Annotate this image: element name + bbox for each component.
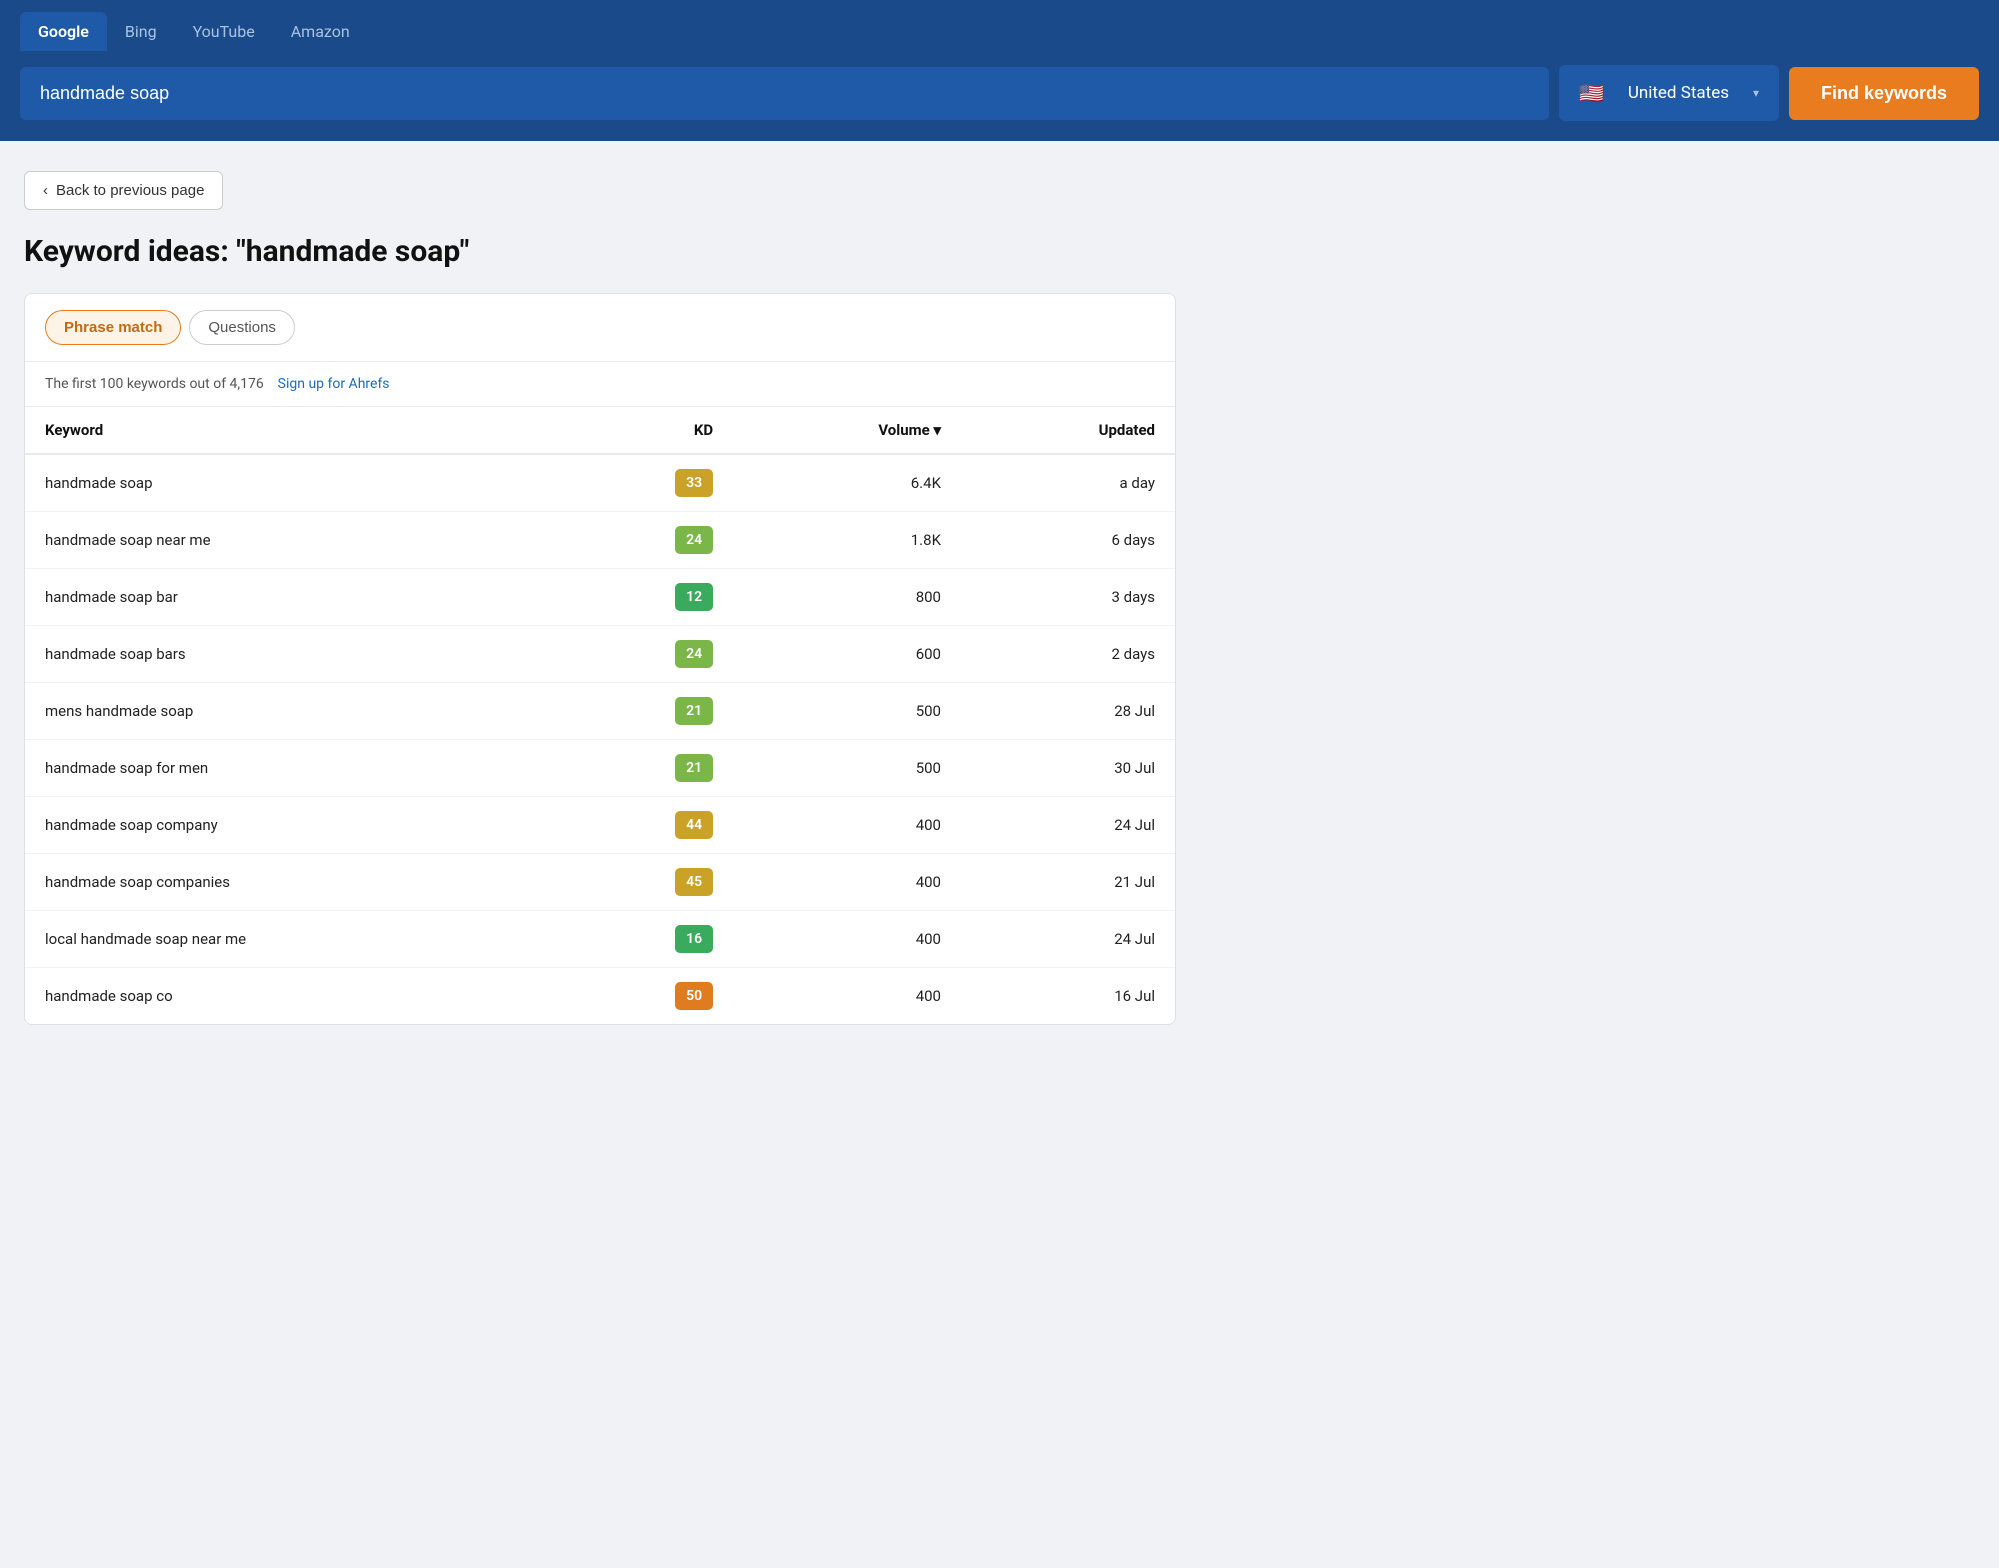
updated-cell: 21 Jul <box>961 854 1175 911</box>
updated-cell: 24 Jul <box>961 911 1175 968</box>
find-keywords-button[interactable]: Find keywords <box>1789 67 1979 120</box>
kd-cell: 33 <box>560 454 733 512</box>
search-bar: 🇺🇸 United States ▾ Find keywords <box>0 51 1999 141</box>
table-row: handmade soap near me 24 1.8K 6 days <box>25 512 1175 569</box>
tab-questions[interactable]: Questions <box>189 310 295 345</box>
kd-badge: 12 <box>675 583 713 611</box>
kd-cell: 12 <box>560 569 733 626</box>
table-row: mens handmade soap 21 500 28 Jul <box>25 683 1175 740</box>
back-arrow-icon: ‹ <box>43 182 48 199</box>
nav-tab-amazon[interactable]: Amazon <box>273 12 368 51</box>
updated-cell: 2 days <box>961 626 1175 683</box>
keyword-cell: handmade soap <box>25 454 560 512</box>
kd-cell: 21 <box>560 740 733 797</box>
keyword-cell: handmade soap bars <box>25 626 560 683</box>
page-title: Keyword ideas: "handmade soap" <box>24 234 1176 269</box>
kd-badge: 16 <box>675 925 713 953</box>
kd-badge: 21 <box>675 754 713 782</box>
updated-cell: a day <box>961 454 1175 512</box>
info-row: The first 100 keywords out of 4,176 Sign… <box>25 362 1175 407</box>
main-content: ‹ Back to previous page Keyword ideas: "… <box>0 141 1200 1055</box>
updated-cell: 30 Jul <box>961 740 1175 797</box>
kd-badge: 33 <box>675 469 713 497</box>
kd-badge: 45 <box>675 868 713 896</box>
table-row: local handmade soap near me 16 400 24 Ju… <box>25 911 1175 968</box>
keyword-cell: handmade soap bar <box>25 569 560 626</box>
tab-phrase-match[interactable]: Phrase match <box>45 310 181 345</box>
volume-cell: 500 <box>733 740 961 797</box>
header: Google Bing YouTube Amazon 🇺🇸 United Sta… <box>0 0 1999 141</box>
updated-cell: 6 days <box>961 512 1175 569</box>
kd-cell: 45 <box>560 854 733 911</box>
table-header-row: Keyword KD Volume ▾ Updated <box>25 407 1175 454</box>
kd-cell: 21 <box>560 683 733 740</box>
keyword-cell: handmade soap near me <box>25 512 560 569</box>
table-row: handmade soap bars 24 600 2 days <box>25 626 1175 683</box>
kd-badge: 24 <box>675 640 713 668</box>
col-updated: Updated <box>961 407 1175 454</box>
table-row: handmade soap 33 6.4K a day <box>25 454 1175 512</box>
volume-cell: 1.8K <box>733 512 961 569</box>
volume-cell: 400 <box>733 911 961 968</box>
updated-cell: 24 Jul <box>961 797 1175 854</box>
kd-badge: 50 <box>675 982 713 1010</box>
volume-cell: 400 <box>733 968 961 1025</box>
kd-badge: 24 <box>675 526 713 554</box>
keywords-count-label: The first 100 keywords out of 4,176 <box>45 376 264 392</box>
back-button-label: Back to previous page <box>56 182 204 199</box>
volume-cell: 6.4K <box>733 454 961 512</box>
kd-badge: 44 <box>675 811 713 839</box>
table-row: handmade soap co 50 400 16 Jul <box>25 968 1175 1025</box>
results-card: Phrase match Questions The first 100 key… <box>24 293 1176 1025</box>
keyword-cell: handmade soap for men <box>25 740 560 797</box>
nav-tab-bing[interactable]: Bing <box>107 12 175 51</box>
col-keyword: Keyword <box>25 407 560 454</box>
search-input[interactable] <box>20 67 1549 120</box>
volume-cell: 600 <box>733 626 961 683</box>
col-kd: KD <box>560 407 733 454</box>
updated-cell: 28 Jul <box>961 683 1175 740</box>
kd-cell: 16 <box>560 911 733 968</box>
table-row: handmade soap companies 45 400 21 Jul <box>25 854 1175 911</box>
country-label: United States <box>1628 83 1729 103</box>
keyword-cell: handmade soap companies <box>25 854 560 911</box>
kd-cell: 24 <box>560 512 733 569</box>
table-row: handmade soap bar 12 800 3 days <box>25 569 1175 626</box>
updated-cell: 3 days <box>961 569 1175 626</box>
nav-tab-google[interactable]: Google <box>20 12 107 51</box>
chevron-down-icon: ▾ <box>1753 86 1759 100</box>
kd-cell: 50 <box>560 968 733 1025</box>
country-selector[interactable]: 🇺🇸 United States ▾ <box>1559 65 1779 121</box>
table-row: handmade soap company 44 400 24 Jul <box>25 797 1175 854</box>
volume-cell: 400 <box>733 797 961 854</box>
back-button[interactable]: ‹ Back to previous page <box>24 171 223 210</box>
keyword-cell: local handmade soap near me <box>25 911 560 968</box>
volume-cell: 500 <box>733 683 961 740</box>
kd-cell: 24 <box>560 626 733 683</box>
table-row: handmade soap for men 21 500 30 Jul <box>25 740 1175 797</box>
tabs-row: Phrase match Questions <box>25 294 1175 362</box>
signup-link[interactable]: Sign up for Ahrefs <box>278 376 390 392</box>
nav-tab-youtube[interactable]: YouTube <box>175 12 273 51</box>
keywords-table: Keyword KD Volume ▾ Updated handmade soa… <box>25 407 1175 1024</box>
updated-cell: 16 Jul <box>961 968 1175 1025</box>
keyword-cell: handmade soap co <box>25 968 560 1025</box>
nav-tabs: Google Bing YouTube Amazon <box>0 0 1999 51</box>
kd-badge: 21 <box>675 697 713 725</box>
keyword-cell: mens handmade soap <box>25 683 560 740</box>
keyword-cell: handmade soap company <box>25 797 560 854</box>
flag-icon: 🇺🇸 <box>1579 81 1604 105</box>
volume-cell: 800 <box>733 569 961 626</box>
volume-cell: 400 <box>733 854 961 911</box>
kd-cell: 44 <box>560 797 733 854</box>
col-volume[interactable]: Volume ▾ <box>733 407 961 454</box>
